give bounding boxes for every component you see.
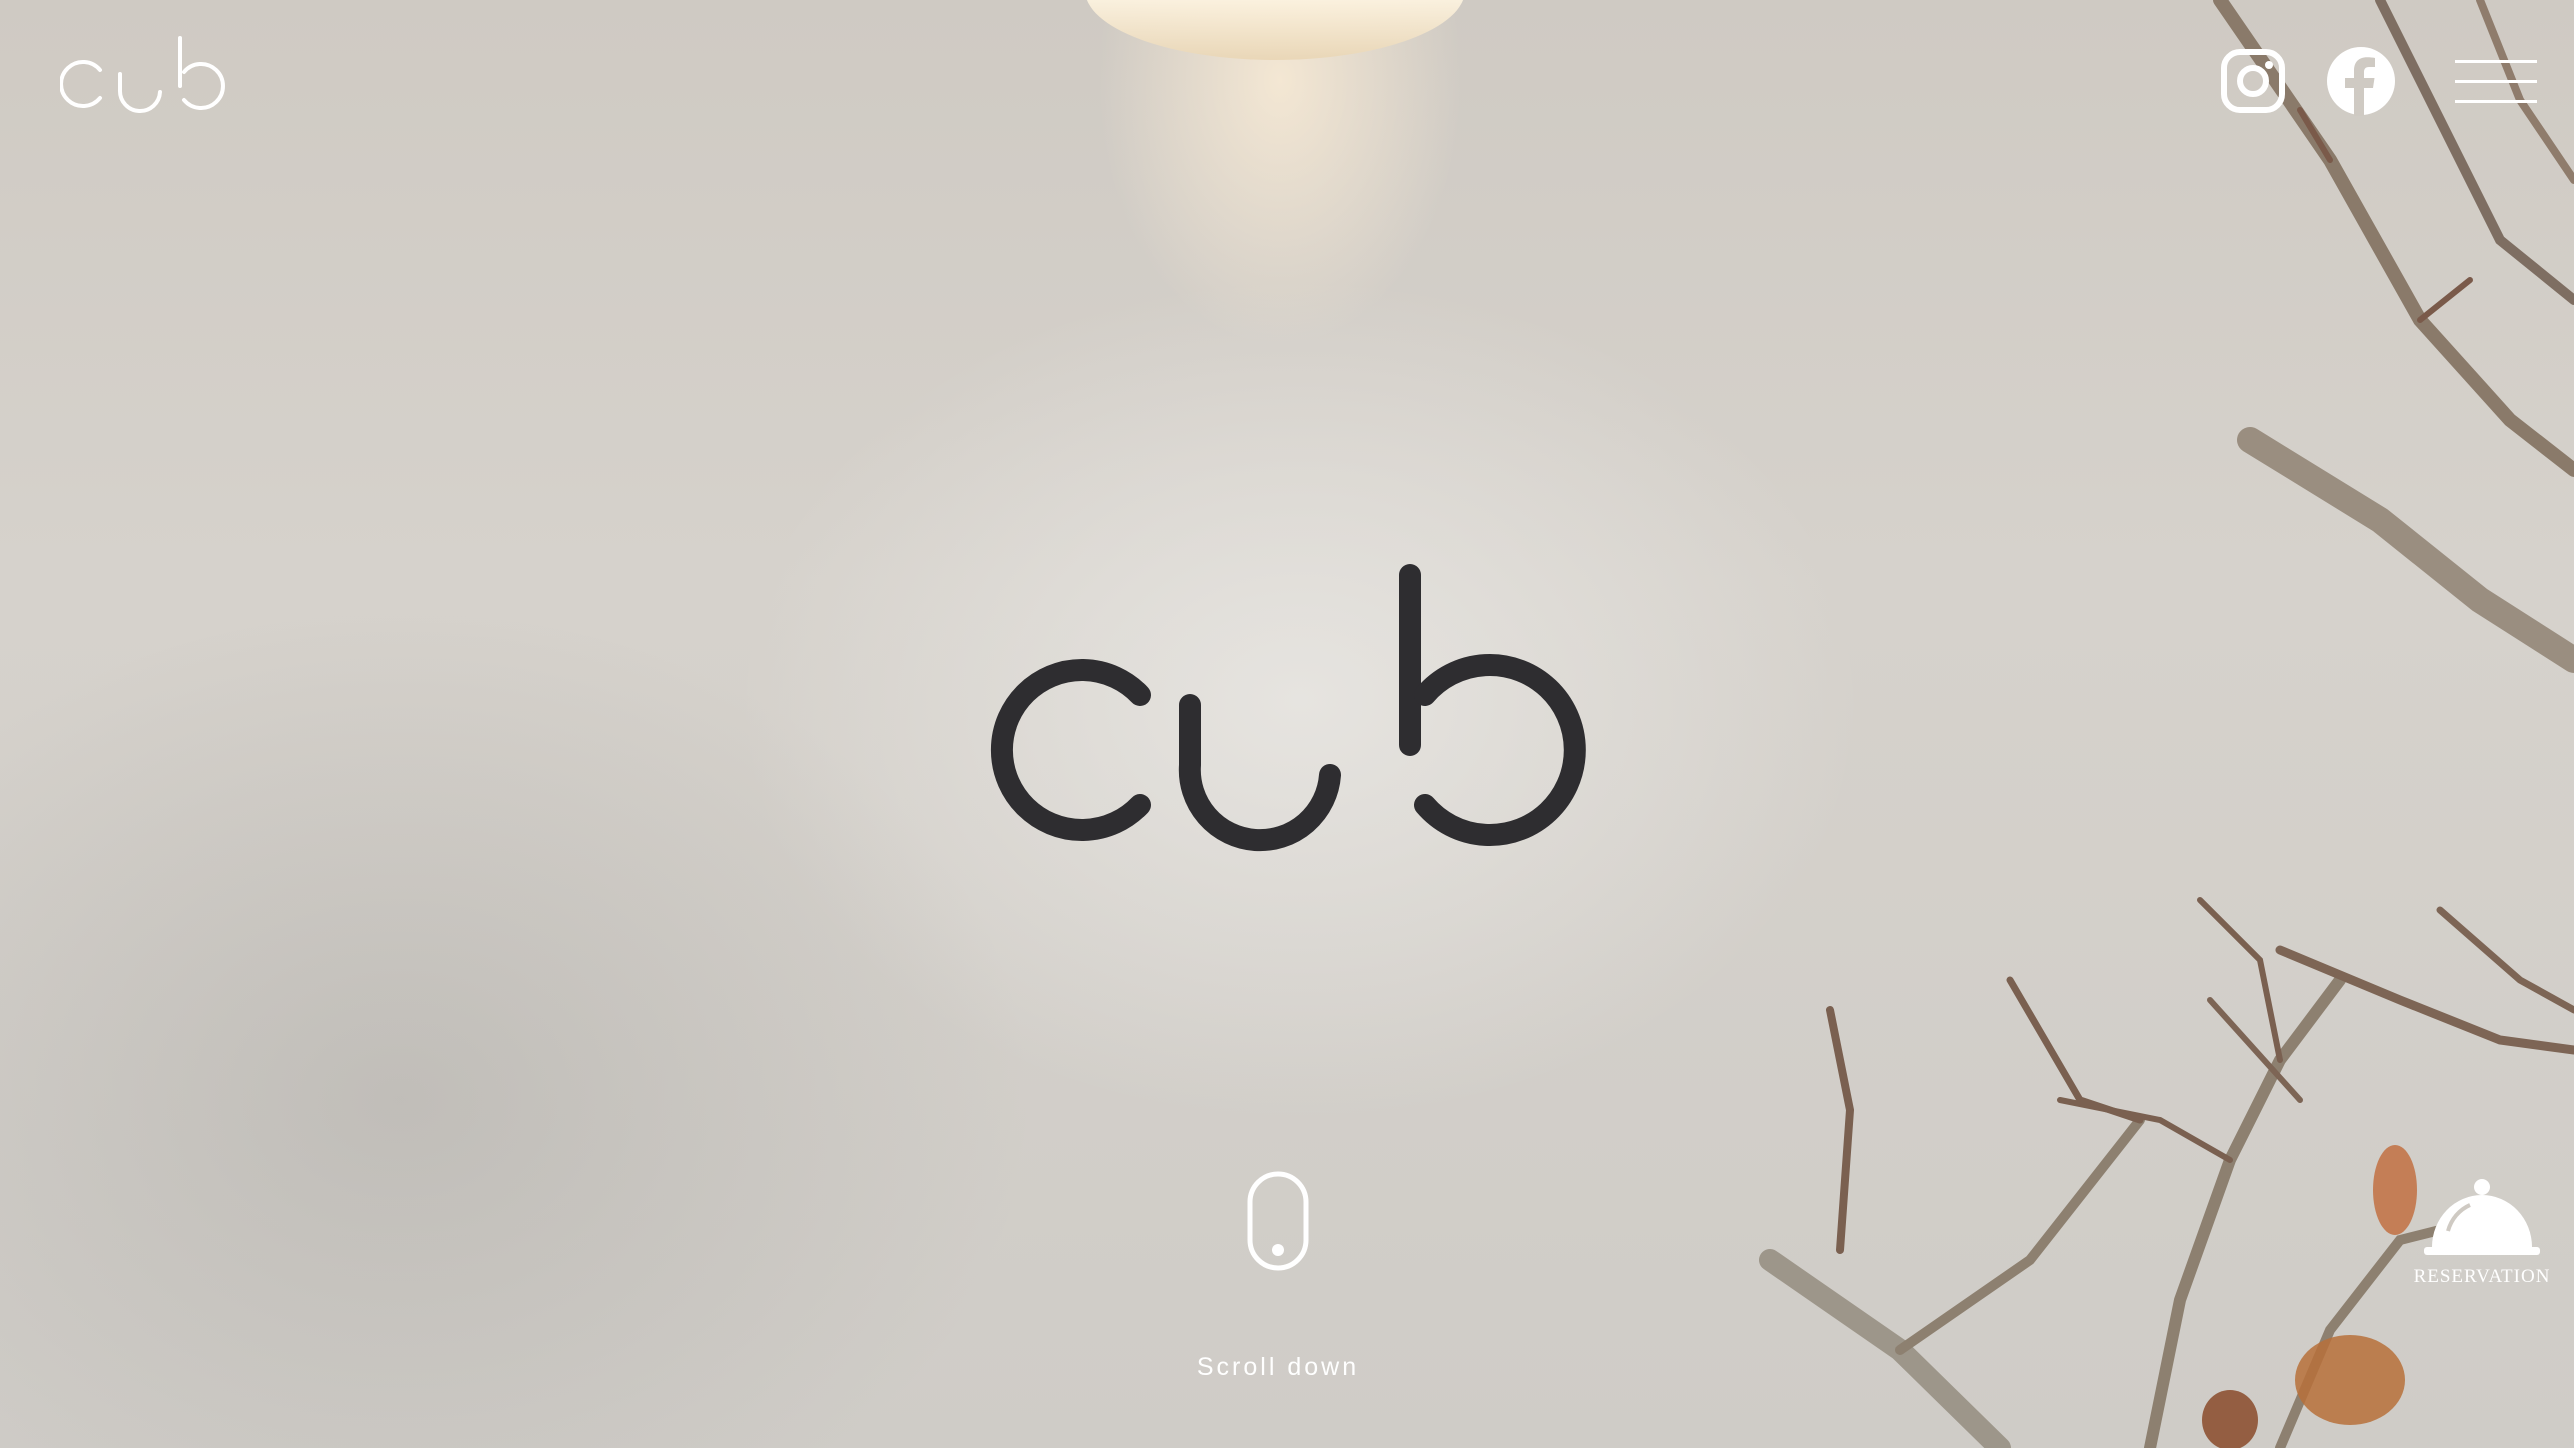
reservation-button[interactable]: RESERVATION <box>2412 1175 2552 1305</box>
instagram-icon[interactable] <box>2220 48 2286 114</box>
service-bell-icon <box>2424 1179 2540 1255</box>
scroll-down-label: Scroll down <box>1196 1353 1360 1381</box>
wall-sign-logo: cub <box>990 564 1586 852</box>
facebook-icon[interactable] <box>2326 46 2396 116</box>
scroll-down-indicator[interactable]: Scroll down <box>1197 1170 1356 1410</box>
reservation-label: RESERVATION <box>2413 1266 2551 1287</box>
mouse-icon <box>1247 1171 1309 1271</box>
hamburger-menu-icon[interactable] <box>2455 58 2537 106</box>
site-header: cub <box>0 0 2574 160</box>
site-logo[interactable]: cub <box>60 30 225 115</box>
